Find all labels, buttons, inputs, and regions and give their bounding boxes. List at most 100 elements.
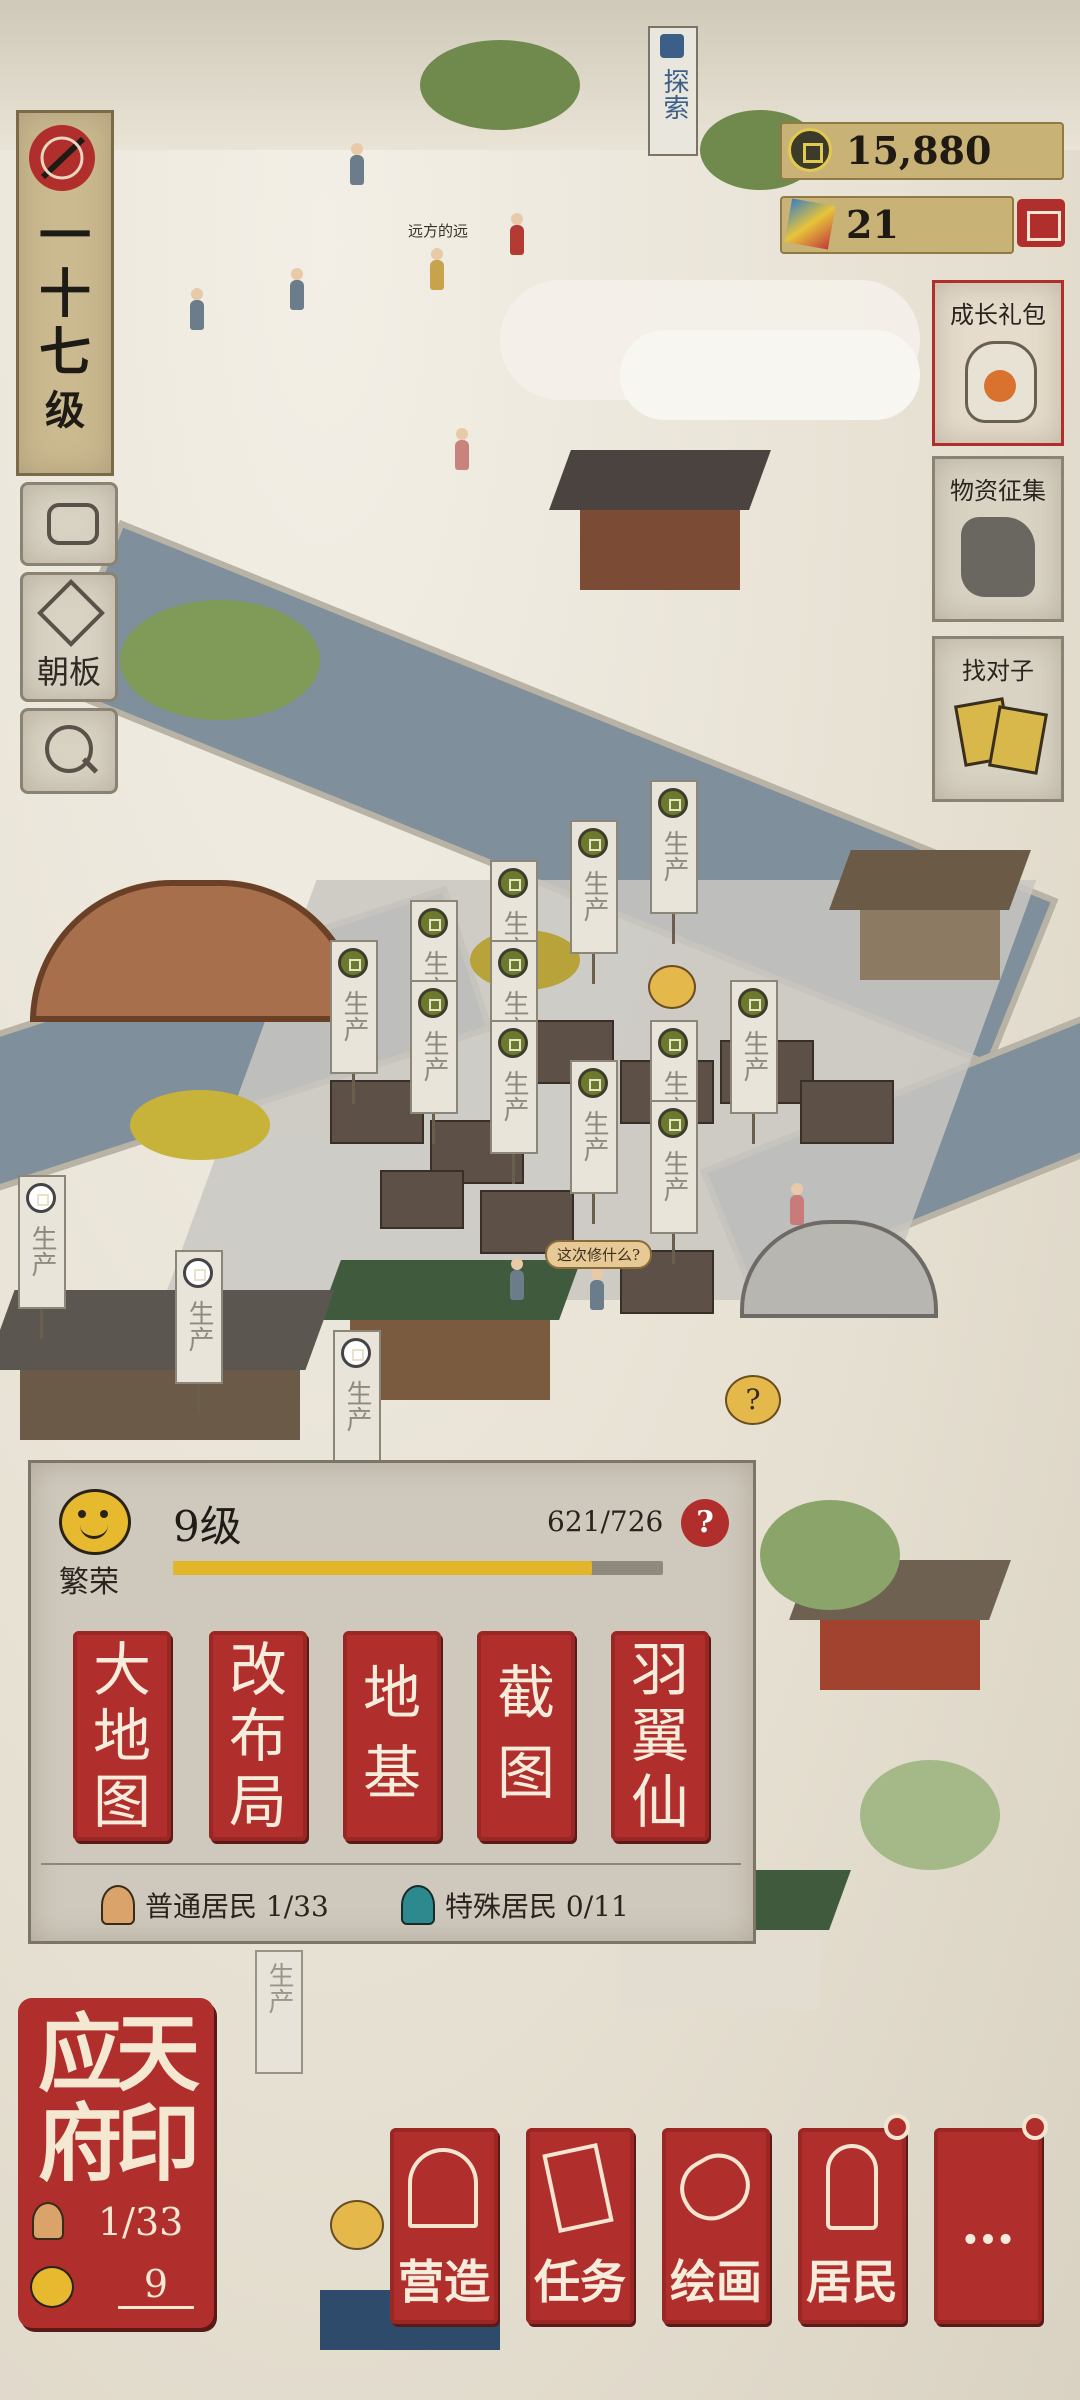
prosperity-label: 繁荣 bbox=[59, 1565, 119, 1600]
house[interactable] bbox=[0, 1290, 335, 1450]
resident-icon bbox=[32, 2202, 64, 2240]
city-seal-title: 应天 bbox=[37, 2004, 200, 2103]
villager[interactable] bbox=[190, 288, 204, 330]
brush-seal-icon bbox=[29, 125, 95, 191]
production-banner[interactable]: 生产 bbox=[255, 1950, 303, 2074]
pavilion-icon bbox=[408, 2148, 478, 2228]
production-banner[interactable]: 生产 bbox=[175, 1250, 223, 1414]
willow-tree bbox=[120, 600, 320, 720]
chat-bubble-icon bbox=[47, 503, 99, 545]
paint-label: 绘画 bbox=[670, 2255, 762, 2309]
level-char: 一 bbox=[38, 206, 91, 267]
flower-bush bbox=[130, 1090, 270, 1160]
match-pairs-label: 找对子 bbox=[962, 657, 1034, 685]
chat-button[interactable] bbox=[20, 482, 118, 566]
chat-bubble-icon[interactable] bbox=[648, 965, 696, 1009]
explore-label: 探索 bbox=[659, 68, 689, 120]
seal-prosperity-level: 9 bbox=[118, 2262, 194, 2309]
villager[interactable] bbox=[455, 428, 469, 470]
residents-label: 居民 bbox=[806, 2255, 898, 2309]
willow-tree bbox=[760, 1500, 900, 1610]
villager[interactable] bbox=[430, 248, 444, 290]
prosperity-panel: 繁荣 9级 621/726 ? 大 地 图 改 布 局 地 基 截 图 羽 翼 … bbox=[28, 1460, 756, 1944]
farm-field bbox=[800, 1080, 894, 1144]
ore-icon bbox=[961, 517, 1035, 597]
scroll-icon bbox=[669, 2142, 761, 2232]
growth-pack-button[interactable]: 成长礼包 bbox=[932, 280, 1064, 446]
shop-icon[interactable] bbox=[1014, 196, 1068, 250]
growth-pack-label: 成长礼包 bbox=[950, 301, 1046, 329]
change-layout-button[interactable]: 改 布 局 bbox=[209, 1631, 307, 1841]
prosperity-progress-text: 621/726 bbox=[547, 1505, 664, 1538]
gift-bag-icon bbox=[965, 341, 1037, 423]
more-nav-button[interactable]: … bbox=[934, 2114, 1048, 2324]
book-icon bbox=[542, 2143, 614, 2233]
build-nav-button[interactable]: 营造 bbox=[390, 2128, 498, 2324]
production-banner[interactable]: 生产 bbox=[570, 1060, 618, 1224]
production-banner[interactable]: 生产 bbox=[333, 1330, 381, 1494]
prosperity-level: 9级 bbox=[173, 1502, 242, 1551]
house[interactable] bbox=[829, 850, 1031, 990]
production-banner[interactable]: 生产 bbox=[650, 780, 698, 944]
help-button[interactable]: ? bbox=[681, 1499, 729, 1547]
court-board-button[interactable]: 朝板 bbox=[20, 572, 118, 702]
city-seal-title: 府印 bbox=[37, 2094, 200, 2193]
seal-residents-count: 1/33 bbox=[98, 2200, 184, 2244]
gem-amount: 21 bbox=[846, 202, 899, 247]
residents-nav-button[interactable]: 居民 bbox=[798, 2114, 910, 2324]
coin-counter[interactable]: 15,880 bbox=[780, 122, 1064, 180]
materials-button[interactable]: 物资征集 bbox=[932, 456, 1064, 622]
production-banner[interactable]: 生产 bbox=[570, 820, 618, 984]
gem-counter[interactable]: 21 bbox=[780, 196, 1014, 254]
panel-divider bbox=[41, 1863, 741, 1865]
tasks-nav-button[interactable]: 任务 bbox=[526, 2128, 634, 2324]
court-board-icon bbox=[37, 579, 105, 647]
tasks-label: 任务 bbox=[534, 2255, 626, 2309]
build-label: 营造 bbox=[398, 2255, 490, 2309]
search-button[interactable] bbox=[20, 708, 118, 794]
tree bbox=[420, 40, 580, 130]
special-resident-icon bbox=[401, 1885, 435, 1925]
special-residents-count: 特殊居民 0/11 bbox=[445, 1890, 629, 1923]
boot-icon bbox=[660, 34, 684, 58]
materials-label: 物资征集 bbox=[950, 477, 1046, 505]
speech-bubble: 这次修什么? bbox=[545, 1240, 653, 1269]
cards-icon bbox=[987, 705, 1049, 775]
notification-dot bbox=[884, 2114, 910, 2140]
villager[interactable] bbox=[510, 213, 524, 255]
house[interactable] bbox=[549, 450, 771, 600]
player-level-panel[interactable]: 一 十 七 级 bbox=[16, 110, 114, 476]
villager[interactable] bbox=[590, 1268, 604, 1310]
question-bubble-icon[interactable]: ? bbox=[725, 1375, 781, 1425]
match-pairs-button[interactable]: 找对子 bbox=[932, 636, 1064, 802]
coin-icon bbox=[788, 128, 832, 172]
production-banner[interactable]: 生产 bbox=[490, 1020, 538, 1184]
foundation-button[interactable]: 地 基 bbox=[343, 1631, 441, 1841]
villager[interactable] bbox=[510, 1258, 524, 1300]
paint-nav-button[interactable]: 绘画 bbox=[662, 2128, 770, 2324]
world-map-button[interactable]: 大 地 图 bbox=[73, 1631, 171, 1841]
villager[interactable] bbox=[290, 268, 304, 310]
production-banner[interactable]: 生产 bbox=[410, 980, 458, 1144]
feather-immortal-button[interactable]: 羽 翼 仙 bbox=[611, 1631, 709, 1841]
court-board-label: 朝板 bbox=[36, 653, 101, 691]
prosperity-progress-bar bbox=[173, 1561, 663, 1575]
explore-flag[interactable]: 探索 bbox=[648, 26, 698, 156]
production-banner[interactable]: 生产 bbox=[650, 1100, 698, 1264]
notification-dot bbox=[1022, 2114, 1048, 2140]
coin-amount: 15,880 bbox=[846, 128, 992, 173]
villager[interactable] bbox=[350, 143, 364, 185]
prosperity-progress-fill bbox=[173, 1561, 592, 1575]
production-banner[interactable]: 生产 bbox=[18, 1175, 66, 1339]
screenshot-button[interactable]: 截 图 bbox=[477, 1631, 575, 1841]
production-banner[interactable]: 生产 bbox=[730, 980, 778, 1144]
cloud-mist bbox=[620, 330, 920, 420]
production-banner[interactable]: 生产 bbox=[330, 940, 378, 1104]
level-char: 十 bbox=[38, 264, 91, 325]
level-char: 七 bbox=[38, 322, 91, 383]
smiley-face-icon bbox=[59, 1489, 131, 1555]
farm-field bbox=[380, 1170, 464, 1229]
chat-bubble-icon[interactable] bbox=[330, 2200, 384, 2250]
villager[interactable] bbox=[790, 1183, 804, 1225]
city-seal-panel[interactable]: 应天 府印 1/33 9 bbox=[18, 1998, 214, 2328]
